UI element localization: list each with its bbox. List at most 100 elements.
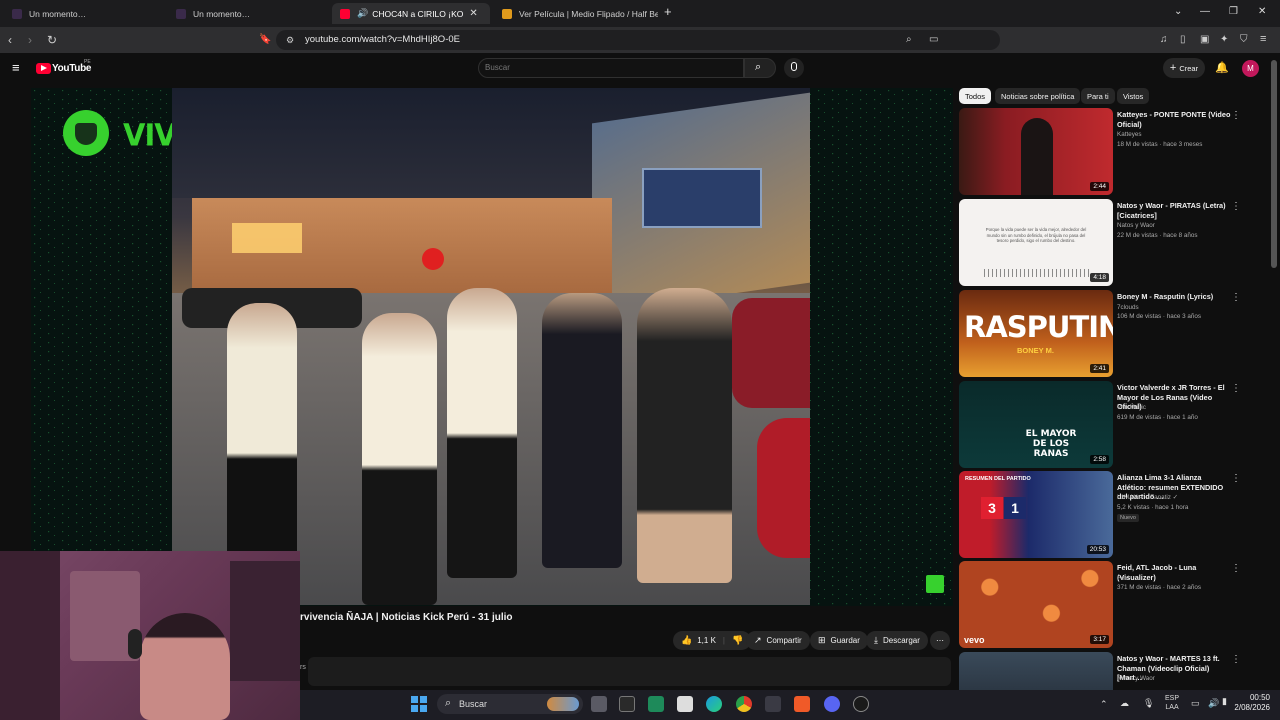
video-title[interactable]: Feid, ATL Jacob - Luna (Visualizer) [1117, 563, 1232, 582]
save-button[interactable]: ⊞ Guardar [810, 631, 868, 650]
forward-icon[interactable]: › [28, 33, 32, 47]
browser-menu-icon[interactable]: ≡ [1260, 33, 1266, 45]
notes-app-icon[interactable] [648, 696, 664, 712]
video-title[interactable]: Natos y Waor - PIRATAS (Letra) [Cicatric… [1117, 201, 1232, 220]
more-actions-button[interactable]: ⋯ [930, 631, 950, 650]
site-info-icon[interactable]: ⚙ [286, 35, 294, 46]
more-vertical-icon[interactable]: ⋮ [1231, 292, 1241, 303]
video-thumbnail[interactable]: RESUMEN DEL PARTIDO 3 1 20:53 [959, 471, 1113, 558]
more-vertical-icon[interactable]: ⋮ [1231, 563, 1241, 574]
language-indicator[interactable]: ESP LAA [1165, 694, 1179, 712]
avatar[interactable]: M [1242, 60, 1259, 77]
create-button[interactable]: + Crear [1163, 58, 1205, 78]
more-vertical-icon[interactable]: ⋮ [1231, 110, 1241, 121]
video-thumbnail[interactable]: Porque la vida puede ser la vida mejor, … [959, 199, 1113, 286]
zoom-icon[interactable]: ⌕ [906, 34, 912, 45]
windows-start-icon[interactable] [411, 696, 427, 712]
tray-chevron-icon[interactable]: ⌃ [1100, 699, 1108, 710]
video-thumbnail[interactable]: EL MAYOR DE LOS RANAS 2:58 [959, 381, 1113, 468]
channel-name[interactable]: Vim Music [1117, 404, 1146, 411]
download-button[interactable]: ⤓ Descargar [866, 631, 928, 650]
network-icon[interactable]: ▭ [1191, 698, 1200, 709]
clock[interactable]: 00:50 2/08/2026 [1230, 693, 1270, 713]
video-thumbnail[interactable]: 2:44 [959, 108, 1113, 195]
volume-icon[interactable]: 🔊 [1208, 698, 1219, 709]
video-thumbnail[interactable]: RASPUTIN BONEY M. 2:41 [959, 290, 1113, 377]
leo-ai-icon[interactable]: ✦ [1220, 34, 1228, 45]
thumbs-down-icon[interactable]: 👎 [732, 635, 743, 646]
discord-icon[interactable] [824, 696, 840, 712]
filter-chip-vistos[interactable]: Vistos [1117, 88, 1150, 104]
channel-name[interactable]: 7clouds [1117, 304, 1139, 311]
onedrive-icon[interactable]: ☁ [1120, 698, 1129, 709]
video-frame[interactable] [172, 88, 810, 605]
filter-chip-para-ti[interactable]: Para ti [1081, 88, 1115, 104]
filter-chip-politica[interactable]: Noticias sobre política [995, 88, 1081, 104]
vpn-icon[interactable]: ⛉ [1240, 34, 1248, 45]
recommendation-item[interactable]: 2:44 Katteyes - PONTE PONTE (Video Ofici… [959, 108, 1249, 195]
channel-name[interactable]: L1MAX ✓ · Fanatiz ✓ [1117, 494, 1178, 501]
close-window-icon[interactable]: ✕ [1258, 6, 1266, 17]
search-input[interactable]: Buscar [478, 58, 744, 78]
channel-primary[interactable]: L1MAX [1117, 494, 1138, 501]
url-text[interactable]: youtube.com/watch?v=MhdHIj8O-0E [305, 34, 460, 45]
media-control-icon[interactable]: ♫ [1160, 34, 1168, 45]
browser-tab[interactable]: Un momento… [168, 3, 328, 24]
cast-icon[interactable]: ▭ [929, 34, 938, 45]
calculator-icon[interactable] [765, 696, 781, 712]
taskbar-search-box[interactable]: ⌕ Buscar [437, 694, 583, 714]
recommendation-item[interactable]: Natos y Waor - MARTES 13 ft. Chaman (Vid… [959, 652, 1249, 690]
recommendation-item[interactable]: EL MAYOR DE LOS RANAS 2:58 Victor Valver… [959, 381, 1249, 468]
task-view-icon[interactable] [591, 696, 607, 712]
audio-playing-icon[interactable]: 🔊 [357, 8, 368, 19]
search-button[interactable]: ⌕ [744, 58, 776, 78]
description-box[interactable] [308, 657, 951, 686]
back-icon[interactable]: ‹ [8, 33, 12, 47]
bookmark-icon[interactable]: 🔖 [259, 34, 271, 45]
channel-name[interactable]: Natos y Waor [1117, 675, 1155, 682]
brave-icon[interactable] [794, 696, 810, 712]
recommendation-item[interactable]: Porque la vida puede ser la vida mejor, … [959, 199, 1249, 286]
recommendation-item[interactable]: vevo 3:17 Feid, ATL Jacob - Luna (Visual… [959, 561, 1249, 648]
more-vertical-icon[interactable]: ⋮ [1231, 383, 1241, 394]
more-vertical-icon[interactable]: ⋮ [1231, 201, 1241, 212]
notifications-bell-icon[interactable]: 🔔 [1215, 61, 1229, 74]
close-tab-icon[interactable]: ✕ [469, 8, 477, 19]
new-tab-icon[interactable]: + [664, 4, 672, 19]
video-thumbnail[interactable] [959, 652, 1113, 690]
reload-icon[interactable]: ↻ [47, 33, 57, 47]
youtube-logo-icon[interactable] [36, 63, 51, 74]
filter-chip-todos[interactable]: Todos [959, 88, 992, 104]
video-thumbnail[interactable]: vevo 3:17 [959, 561, 1113, 648]
channel-name[interactable]: Katteyes [1117, 131, 1142, 138]
wallet-icon[interactable]: ▣ [1200, 34, 1209, 45]
maximize-icon[interactable]: ❐ [1229, 6, 1238, 17]
store-icon[interactable] [677, 696, 693, 712]
recommendation-item[interactable]: RASPUTIN BONEY M. 2:41 Boney M - Rasputi… [959, 290, 1249, 377]
browser-tab[interactable]: Un momento… [4, 3, 164, 24]
chatgpt-icon[interactable] [853, 696, 869, 712]
video-title[interactable]: Katteyes - PONTE PONTE (Video Oficial) [1117, 110, 1232, 129]
edge-icon[interactable] [706, 696, 722, 712]
browser-tab-active[interactable]: 🔊 CHOC4N a CIRILO ¡KO ✕ [332, 3, 490, 24]
share-button[interactable]: ↗ Compartir [746, 631, 810, 650]
channel-secondary[interactable]: Fanatiz [1150, 494, 1171, 501]
more-vertical-icon[interactable]: ⋮ [1231, 473, 1241, 484]
hamburger-menu-icon[interactable]: ≡ [12, 60, 20, 75]
microphone-tray-icon[interactable]: 🎙 [1143, 698, 1154, 709]
more-vertical-icon[interactable]: ⋮ [1231, 654, 1241, 665]
chrome-icon[interactable] [736, 696, 752, 712]
tab-search-chevron-icon[interactable]: ⌄ [1174, 6, 1182, 17]
battery-icon[interactable]: ▮ [1222, 696, 1227, 707]
video-player[interactable]: VIVOXELSTREAMING [31, 88, 953, 606]
minimize-icon[interactable]: — [1200, 6, 1210, 17]
epic-games-icon[interactable] [619, 696, 635, 712]
browser-tab[interactable]: Ver Película | Medio Flipado / Half Be [494, 3, 658, 24]
sidebar-toggle-icon[interactable]: ▯ [1180, 34, 1186, 45]
video-title[interactable]: Boney M - Rasputin (Lyrics) [1117, 292, 1232, 302]
voice-search-button[interactable] [784, 58, 804, 78]
like-button[interactable]: 👍 1,1 K | 👎 [673, 631, 752, 650]
channel-name[interactable]: Natos y Waor [1117, 222, 1155, 229]
channel-name[interactable]: Feid [1117, 575, 1129, 582]
page-scrollbar[interactable] [1271, 60, 1277, 268]
